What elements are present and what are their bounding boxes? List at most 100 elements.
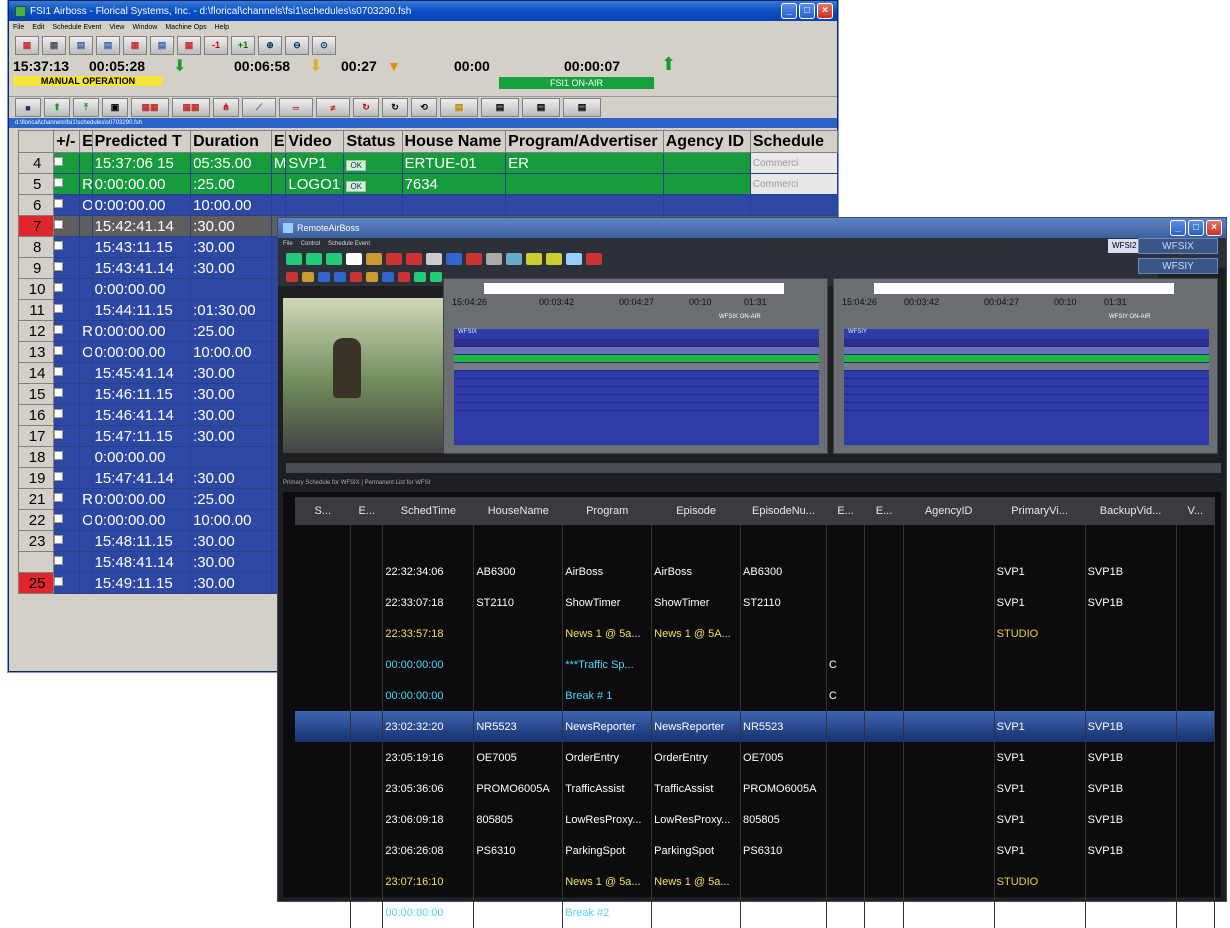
front-window-titlebar[interactable]: RemoteAirBoss _ □ × <box>278 218 1226 238</box>
checkbox-cell[interactable] <box>53 236 81 258</box>
toolbar-icon[interactable] <box>426 253 442 265</box>
toolbar-icon[interactable] <box>414 272 426 282</box>
toolbar-icon[interactable]: ▤ <box>481 98 519 117</box>
toolbar-icon[interactable]: ▦ <box>123 35 147 55</box>
row-number[interactable]: 13 <box>17 341 55 363</box>
checkbox-cell[interactable] <box>53 404 81 426</box>
column-header[interactable]: AgencyID <box>903 497 995 525</box>
checkbox-cell[interactable] <box>53 194 81 216</box>
splitter[interactable] <box>286 463 1221 473</box>
toolbar-icon[interactable]: ▤ <box>563 98 601 117</box>
checkbox-cell[interactable] <box>53 383 81 405</box>
table-row[interactable]: 23:06:09:18 805805 LowResProxy... LowResPro… <box>295 804 1216 835</box>
toolbar-icon[interactable]: ▦▦ <box>131 98 169 117</box>
table-row[interactable]: 23:02:32:20 NR5523 NewsReporter NewsReporte… <box>295 711 1216 742</box>
toolbar-icon[interactable]: ▦ <box>177 35 201 55</box>
row-number[interactable]: 16 <box>17 404 55 426</box>
row-number[interactable]: 14 <box>17 362 55 384</box>
toolbar-icon[interactable] <box>398 272 410 282</box>
row-checkbox[interactable] <box>54 450 64 460</box>
row-number[interactable]: 9 <box>17 257 55 279</box>
refresh-icon[interactable]: ↻ <box>353 98 379 117</box>
row-checkbox[interactable] <box>54 219 64 229</box>
column-header[interactable]: Program <box>562 497 652 525</box>
checkbox-cell[interactable] <box>53 152 81 174</box>
row-number[interactable]: 21 <box>17 488 55 510</box>
row-checkbox[interactable] <box>54 408 64 418</box>
refresh-icon[interactable]: ↻ <box>382 98 408 117</box>
table-row[interactable]: 22:33:57:18 News 1 @ 5a... News 1 @ 5A... S… <box>295 618 1216 649</box>
column-header[interactable]: +/- <box>53 130 81 153</box>
row-number[interactable]: 17 <box>17 425 55 447</box>
checkbox-cell[interactable] <box>53 299 81 321</box>
menu-item[interactable]: Edit <box>32 24 44 31</box>
toolbar-icon[interactable]: ▤ <box>96 35 120 55</box>
menu-item[interactable]: Schedule Event <box>52 24 101 31</box>
row-checkbox[interactable] <box>54 198 64 208</box>
toolbar-icon[interactable] <box>386 253 402 265</box>
minimize-button[interactable]: _ <box>781 3 797 19</box>
table-row[interactable]: 22:32:34:06 AB6300 AirBoss AirBoss AB6300 SVP… <box>295 556 1216 587</box>
checkbox-cell[interactable] <box>53 509 81 531</box>
row-checkbox[interactable] <box>54 177 64 187</box>
station-button-wfsiy[interactable]: WFSIY <box>1138 258 1218 274</box>
toolbar-icon[interactable] <box>286 272 298 282</box>
table-row[interactable] <box>295 525 1216 556</box>
column-header[interactable]: Agency ID <box>662 130 751 153</box>
column-header[interactable]: Episode <box>651 497 741 525</box>
split-icon[interactable]: ⋔ <box>213 98 239 117</box>
row-number[interactable]: 22 <box>17 509 55 531</box>
zoom-out-icon[interactable]: ⊖ <box>285 35 309 55</box>
toolbar-icon[interactable] <box>366 253 382 265</box>
column-header[interactable]: E... <box>826 497 865 525</box>
toolbar-icon[interactable]: ⟲ <box>411 98 437 117</box>
row-number[interactable]: 4 <box>17 152 55 174</box>
toolbar-icon[interactable] <box>566 253 582 265</box>
zoom-in-icon[interactable]: ⊕ <box>258 35 282 55</box>
row-checkbox[interactable] <box>54 492 64 502</box>
column-header[interactable]: Video <box>285 130 345 153</box>
toolbar-icon[interactable] <box>526 253 542 265</box>
toolbar-icon[interactable] <box>318 272 330 282</box>
checkbox-cell[interactable] <box>53 551 81 573</box>
row-checkbox[interactable] <box>54 324 64 334</box>
column-header[interactable]: S... <box>295 497 351 525</box>
delete-line-icon[interactable]: ≠ <box>316 98 350 117</box>
checkbox-cell[interactable] <box>53 215 81 237</box>
column-header[interactable]: Program/Advertiser <box>505 130 664 153</box>
table-row[interactable]: 00:00:00:00 Break # 1 C <box>295 680 1216 711</box>
column-header[interactable]: E <box>270 130 287 153</box>
minimize-button[interactable]: _ <box>1170 220 1186 236</box>
row-number[interactable]: 10 <box>17 278 55 300</box>
row-checkbox[interactable] <box>54 240 64 250</box>
column-header[interactable]: HouseName <box>473 497 563 525</box>
station-button-wfsix[interactable]: WFSIX <box>1138 238 1218 254</box>
table-row[interactable]: 23:05:36:06 PROMO6005A TrafficAssist Traffi… <box>295 773 1216 804</box>
minus-one-button[interactable]: -1 <box>204 35 228 55</box>
row-checkbox[interactable] <box>54 303 64 313</box>
table-row[interactable]: 00:00:00:00 ***Traffic Sp... C <box>295 649 1216 680</box>
monitor-dropdown[interactable] <box>484 283 784 294</box>
checkbox-cell[interactable] <box>53 467 81 489</box>
toolbar-icon[interactable]: ▤ <box>150 35 174 55</box>
toolbar-icon[interactable]: ▤ <box>440 98 478 117</box>
toolbar-icon[interactable] <box>334 272 346 282</box>
maximize-button[interactable]: □ <box>799 3 815 19</box>
column-header[interactable]: House Name <box>401 130 507 153</box>
menu-item[interactable]: File <box>283 241 293 247</box>
table-row[interactable]: 00:00:00:00 Break #2 C <box>295 897 1216 928</box>
row-checkbox[interactable] <box>54 282 64 292</box>
close-button[interactable]: × <box>817 3 833 19</box>
column-header[interactable]: Duration <box>190 130 272 153</box>
row-number[interactable]: 23 <box>17 530 55 552</box>
table-row[interactable]: 4 15:37:06 15 05:35.00 M SVP1 OK ERTUE-01 ER Com… <box>17 152 839 174</box>
column-header[interactable]: E... <box>350 497 383 525</box>
row-checkbox[interactable] <box>54 555 64 565</box>
toolbar-icon[interactable] <box>302 272 314 282</box>
toolbar-icon[interactable]: ▦▦ <box>172 98 210 117</box>
column-header[interactable]: E <box>79 130 93 153</box>
checkbox-cell[interactable] <box>53 488 81 510</box>
row-number[interactable]: 19 <box>17 467 55 489</box>
toolbar-icon[interactable]: ▦ <box>15 35 39 55</box>
table-row[interactable]: 23:07:16:10 News 1 @ 5a... News 1 @ 5a... S… <box>295 866 1216 897</box>
